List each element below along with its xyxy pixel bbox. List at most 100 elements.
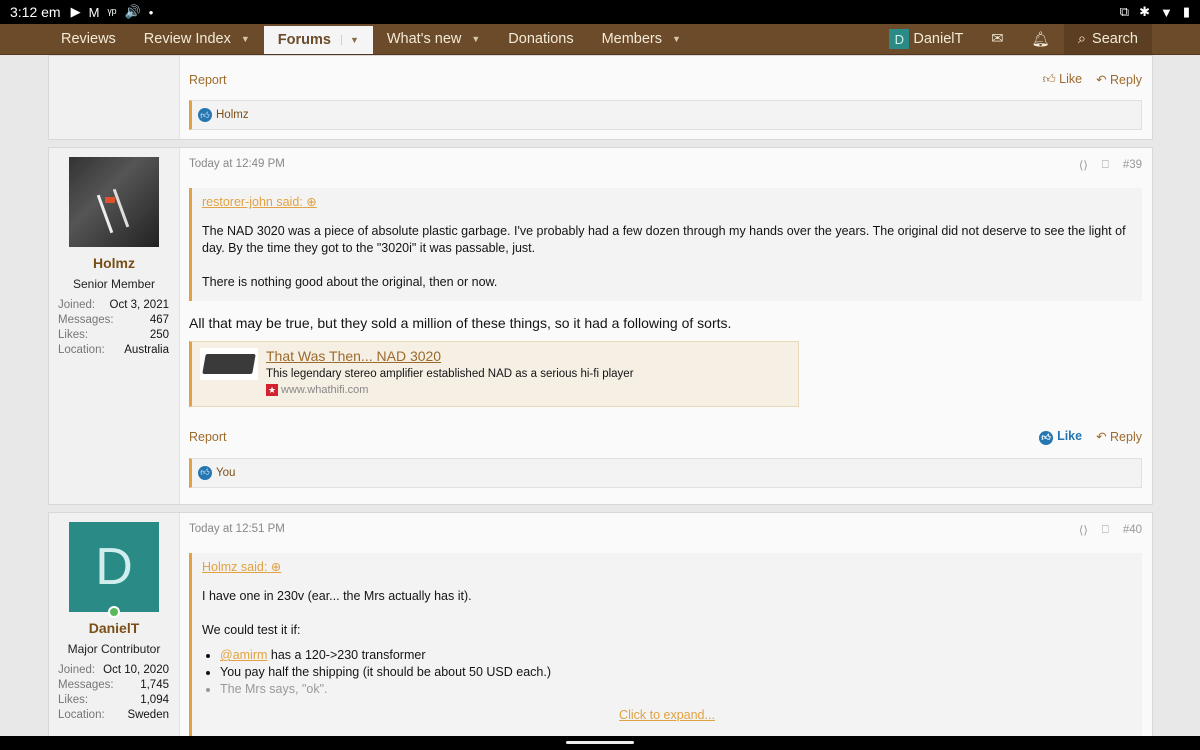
bluetooth-icon: ✱: [1139, 4, 1150, 19]
chevron-down-icon[interactable]: ▼: [340, 35, 359, 45]
stat-label: Likes:: [58, 694, 89, 706]
clock: 3:12 em: [10, 4, 61, 20]
quote-block: Holmz said: ⊕ I have one in 230v (ear...…: [189, 553, 1142, 743]
reply-button[interactable]: ↶ Reply: [1096, 429, 1142, 445]
quote-author[interactable]: restorer-john said: ⊕: [202, 188, 1132, 217]
stat-label: Joined:: [58, 664, 96, 676]
wifi-icon: ▼: [1159, 4, 1173, 20]
dot-icon: •: [148, 4, 154, 20]
nav-label: What's new: [386, 31, 462, 47]
post-number[interactable]: #39: [1123, 159, 1142, 171]
bell-icon[interactable]: 🔔︎: [1018, 24, 1064, 54]
avatar[interactable]: [69, 157, 159, 247]
quote-text: There is nothing good about the original…: [202, 275, 498, 289]
share-icon[interactable]: ⟨⟩: [1079, 158, 1088, 172]
gmail-icon: M: [88, 4, 100, 20]
post-body: All that may be true, but they sold a mi…: [189, 315, 732, 331]
nav-donations[interactable]: Donations: [494, 24, 587, 54]
avatar[interactable]: D: [69, 522, 159, 612]
app-icon: ᵞᵖ: [107, 4, 117, 20]
thumb-icon: 👍︎: [1039, 430, 1054, 445]
like-button[interactable]: 👍︎ Like: [1043, 72, 1082, 87]
post-main: Report 👍︎ Like ↶ Reply 👍︎ Holmz: [189, 56, 1142, 130]
post-39: Holmz Senior Member Joined: Oct 3, 2021 M…: [48, 147, 1153, 505]
avatar: D: [889, 29, 910, 49]
nav-review-index[interactable]: Review Index ▼: [130, 24, 264, 54]
post-meta: Today at 12:51 PM ⟨⟩ ⎕ #40: [189, 523, 1142, 537]
user-stats: Joined: Oct 3, 2021 Messages: 467 Likes: 25…: [58, 299, 169, 356]
nav-reviews[interactable]: Reviews: [47, 24, 130, 54]
chevron-down-icon[interactable]: ▼: [241, 34, 250, 44]
stat-messages[interactable]: 1,745: [140, 679, 169, 691]
arrow-up-circle-icon: ⊕: [306, 195, 317, 209]
reply-icon: ↶: [1096, 430, 1111, 444]
preview-domain: ★ www.whathifi.com: [266, 384, 634, 396]
reply-label: Reply: [1110, 73, 1142, 87]
post-footer: Report 👍︎ Like ↶ Reply: [189, 429, 1142, 445]
link-preview[interactable]: That Was Then... NAD 3020 This legendary…: [189, 341, 799, 407]
post-number[interactable]: #40: [1123, 524, 1142, 536]
quote-text: I have one in 230v (ear... the Mrs actua…: [202, 589, 472, 603]
stat-label: Messages:: [58, 679, 114, 691]
click-to-expand-link[interactable]: Click to expand...: [202, 707, 1132, 724]
post-main: Today at 12:51 PM ⟨⟩ ⎕ #40 Holmz said: ⊕…: [189, 513, 1142, 743]
username[interactable]: DanielT: [49, 620, 179, 636]
post-tail: Report 👍︎ Like ↶ Reply 👍︎ Holmz: [48, 55, 1153, 140]
search-icon: ⌕: [1077, 31, 1087, 47]
nav-forums[interactable]: Forums ▼: [263, 26, 373, 54]
likes-bar: 👍︎ You: [189, 457, 1142, 488]
stat-label: Location:: [58, 344, 105, 356]
like-icon: 👍︎: [198, 108, 212, 122]
stat-label: Location:: [58, 709, 105, 721]
user-title: Senior Member: [72, 277, 156, 291]
preview-thumbnail: [200, 348, 258, 380]
quote-text: The NAD 3020 was a piece of absolute pla…: [202, 224, 1126, 255]
nav-label: Donations: [508, 31, 574, 47]
list-item-text: has a 120->230 transformer: [270, 648, 426, 662]
like-label: Like: [1059, 72, 1083, 86]
preview-title[interactable]: That Was Then... NAD 3020: [266, 348, 634, 364]
nav-label: Reviews: [61, 31, 116, 47]
nav-whats-new[interactable]: What's new ▼: [373, 24, 494, 54]
search-button[interactable]: ⌕ Search: [1063, 24, 1152, 54]
post-40: D DanielT Major Contributor Joined: Oct 1…: [48, 512, 1153, 743]
quote-author-label: restorer-john said:: [202, 195, 303, 209]
stat-location[interactable]: Sweden: [127, 709, 169, 721]
post-meta: Today at 12:49 PM ⟨⟩ ⎕ #39: [189, 158, 1142, 172]
chevron-down-icon[interactable]: ▼: [672, 34, 681, 44]
report-link[interactable]: Report: [189, 430, 227, 444]
liker-link[interactable]: You: [216, 467, 235, 479]
arrow-up-circle-icon: ⊕: [270, 560, 282, 574]
quote-author[interactable]: Holmz said: ⊕: [202, 553, 1132, 582]
list-item: You pay half the shipping (it should be …: [220, 664, 1132, 681]
liker-link[interactable]: Holmz: [216, 109, 249, 121]
stat-messages[interactable]: 467: [150, 314, 169, 326]
home-handle[interactable]: [566, 741, 634, 744]
bookmark-icon[interactable]: ⎕: [1102, 524, 1109, 537]
preview-description: This legendary stereo amplifier establis…: [266, 368, 634, 380]
account-menu[interactable]: D DanielT: [875, 24, 977, 54]
report-link[interactable]: Report: [189, 73, 227, 87]
inbox-icon[interactable]: ✉: [977, 24, 1017, 54]
post-timestamp[interactable]: Today at 12:49 PM: [189, 158, 285, 172]
like-label: Like: [1057, 429, 1083, 443]
username[interactable]: Holmz: [49, 255, 179, 271]
user-title: Major Contributor: [67, 642, 161, 656]
cast-icon: ⧉: [1119, 4, 1130, 19]
post-main: Today at 12:49 PM ⟨⟩ ⎕ #39 restorer-john…: [189, 148, 1142, 488]
like-button[interactable]: 👍︎ Like: [1039, 429, 1082, 445]
bookmark-icon[interactable]: ⎕: [1102, 159, 1109, 172]
nav-label: Review Index: [143, 31, 231, 47]
search-label: Search: [1092, 31, 1138, 47]
stat-location[interactable]: Australia: [124, 344, 169, 356]
reply-button[interactable]: ↶ Reply: [1096, 72, 1142, 87]
quote-author-label: Holmz said:: [202, 560, 268, 574]
youtube-icon: ▶: [70, 4, 81, 19]
stat-label: Messages:: [58, 314, 114, 326]
forum-navbar: Reviews Review Index ▼ Forums ▼ What's new…: [0, 24, 1200, 55]
mention-link[interactable]: @amirm: [220, 648, 267, 662]
chevron-down-icon[interactable]: ▼: [471, 34, 480, 44]
nav-members[interactable]: Members ▼: [588, 24, 695, 54]
share-icon[interactable]: ⟨⟩: [1079, 523, 1088, 537]
post-timestamp[interactable]: Today at 12:51 PM: [189, 523, 285, 537]
